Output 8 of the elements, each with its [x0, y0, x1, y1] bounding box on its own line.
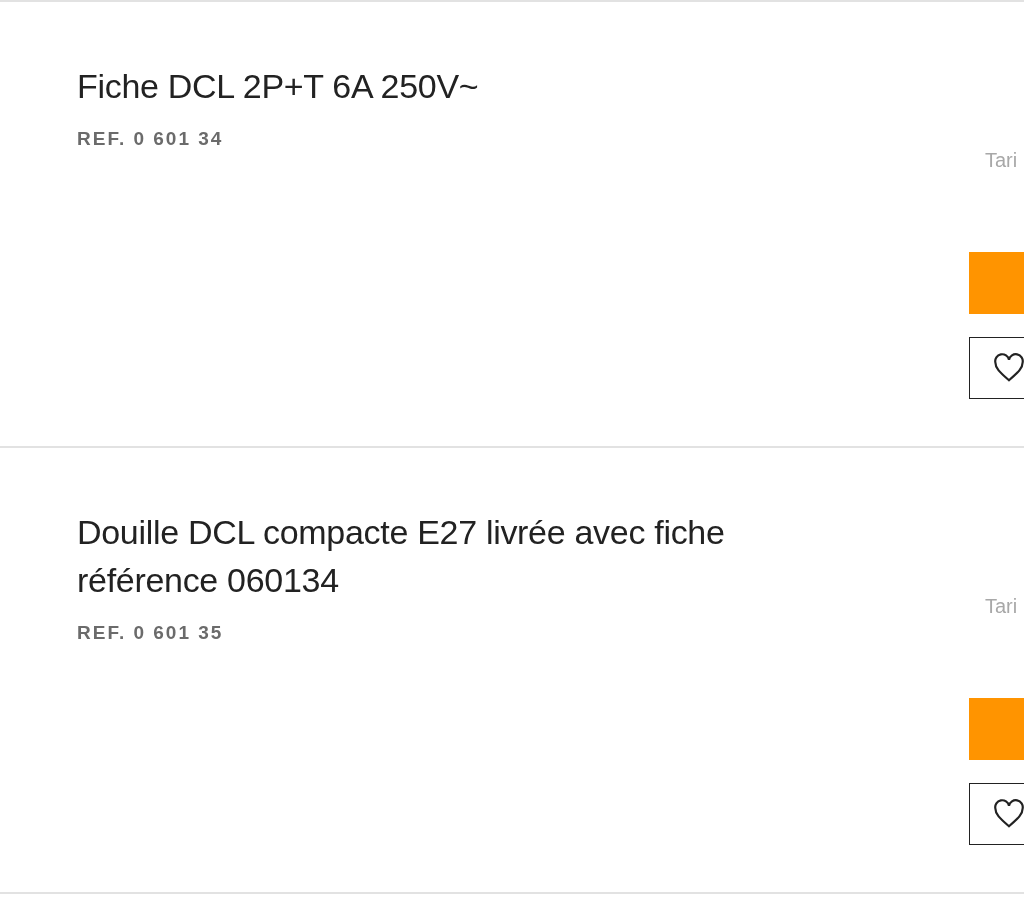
heart-icon — [992, 799, 1024, 829]
price-label: Tari — [985, 594, 1019, 618]
product-reference: REF. 0 601 34 — [77, 128, 225, 150]
product-title: Douille DCL compacte E27 livrée avec fiche référence 060134 — [77, 512, 726, 601]
product-title: Fiche DCL 2P+T 6A 250V~ — [77, 66, 480, 107]
heart-icon — [992, 353, 1024, 383]
price-label: Tari — [985, 148, 1019, 172]
product-reference: REF. 0 601 35 — [77, 622, 225, 644]
